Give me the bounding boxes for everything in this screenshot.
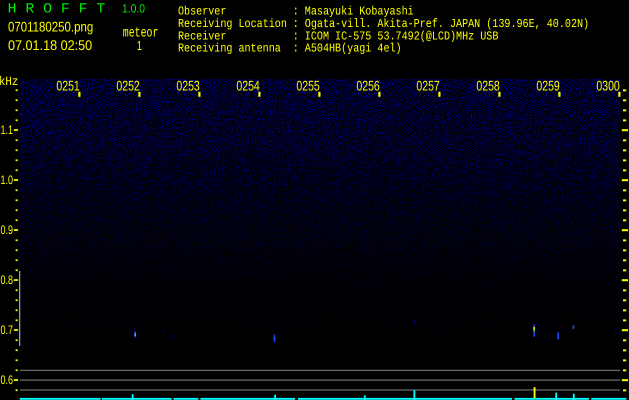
svg-text:0253: 0253 [176,77,200,93]
svg-text:0255: 0255 [296,77,320,93]
svg-text:1: 1 [137,38,142,53]
svg-text:0259: 0259 [536,77,560,93]
svg-text:1.0: 1.0 [1,173,14,187]
svg-text:07.01.18 02:50: 07.01.18 02:50 [8,37,92,53]
svg-text::: : [293,41,298,56]
svg-text:0254: 0254 [236,77,260,93]
svg-text:0258: 0258 [476,77,500,93]
svg-text:0.6: 0.6 [1,373,14,387]
svg-text:0.7: 0.7 [1,323,14,337]
svg-text:0251: 0251 [56,77,80,93]
svg-text:0256: 0256 [356,77,380,93]
svg-text:1.0.0: 1.0.0 [122,2,145,16]
svg-text:kHz: kHz [0,75,18,89]
svg-text:0257: 0257 [416,77,440,93]
svg-text:A504HB(yagi 4el): A504HB(yagi 4el) [305,42,402,56]
svg-text:Receiving antenna: Receiving antenna [178,42,281,56]
svg-text:0701180250.png: 0701180250.png [8,18,93,34]
svg-text:0.8: 0.8 [1,273,14,287]
svg-text:0.9: 0.9 [1,223,14,237]
svg-text:0300: 0300 [596,77,620,93]
svg-text:0252: 0252 [116,77,140,93]
svg-text:1.1: 1.1 [1,123,14,137]
svg-text:H R O F F T: H R O F F T [8,2,106,18]
